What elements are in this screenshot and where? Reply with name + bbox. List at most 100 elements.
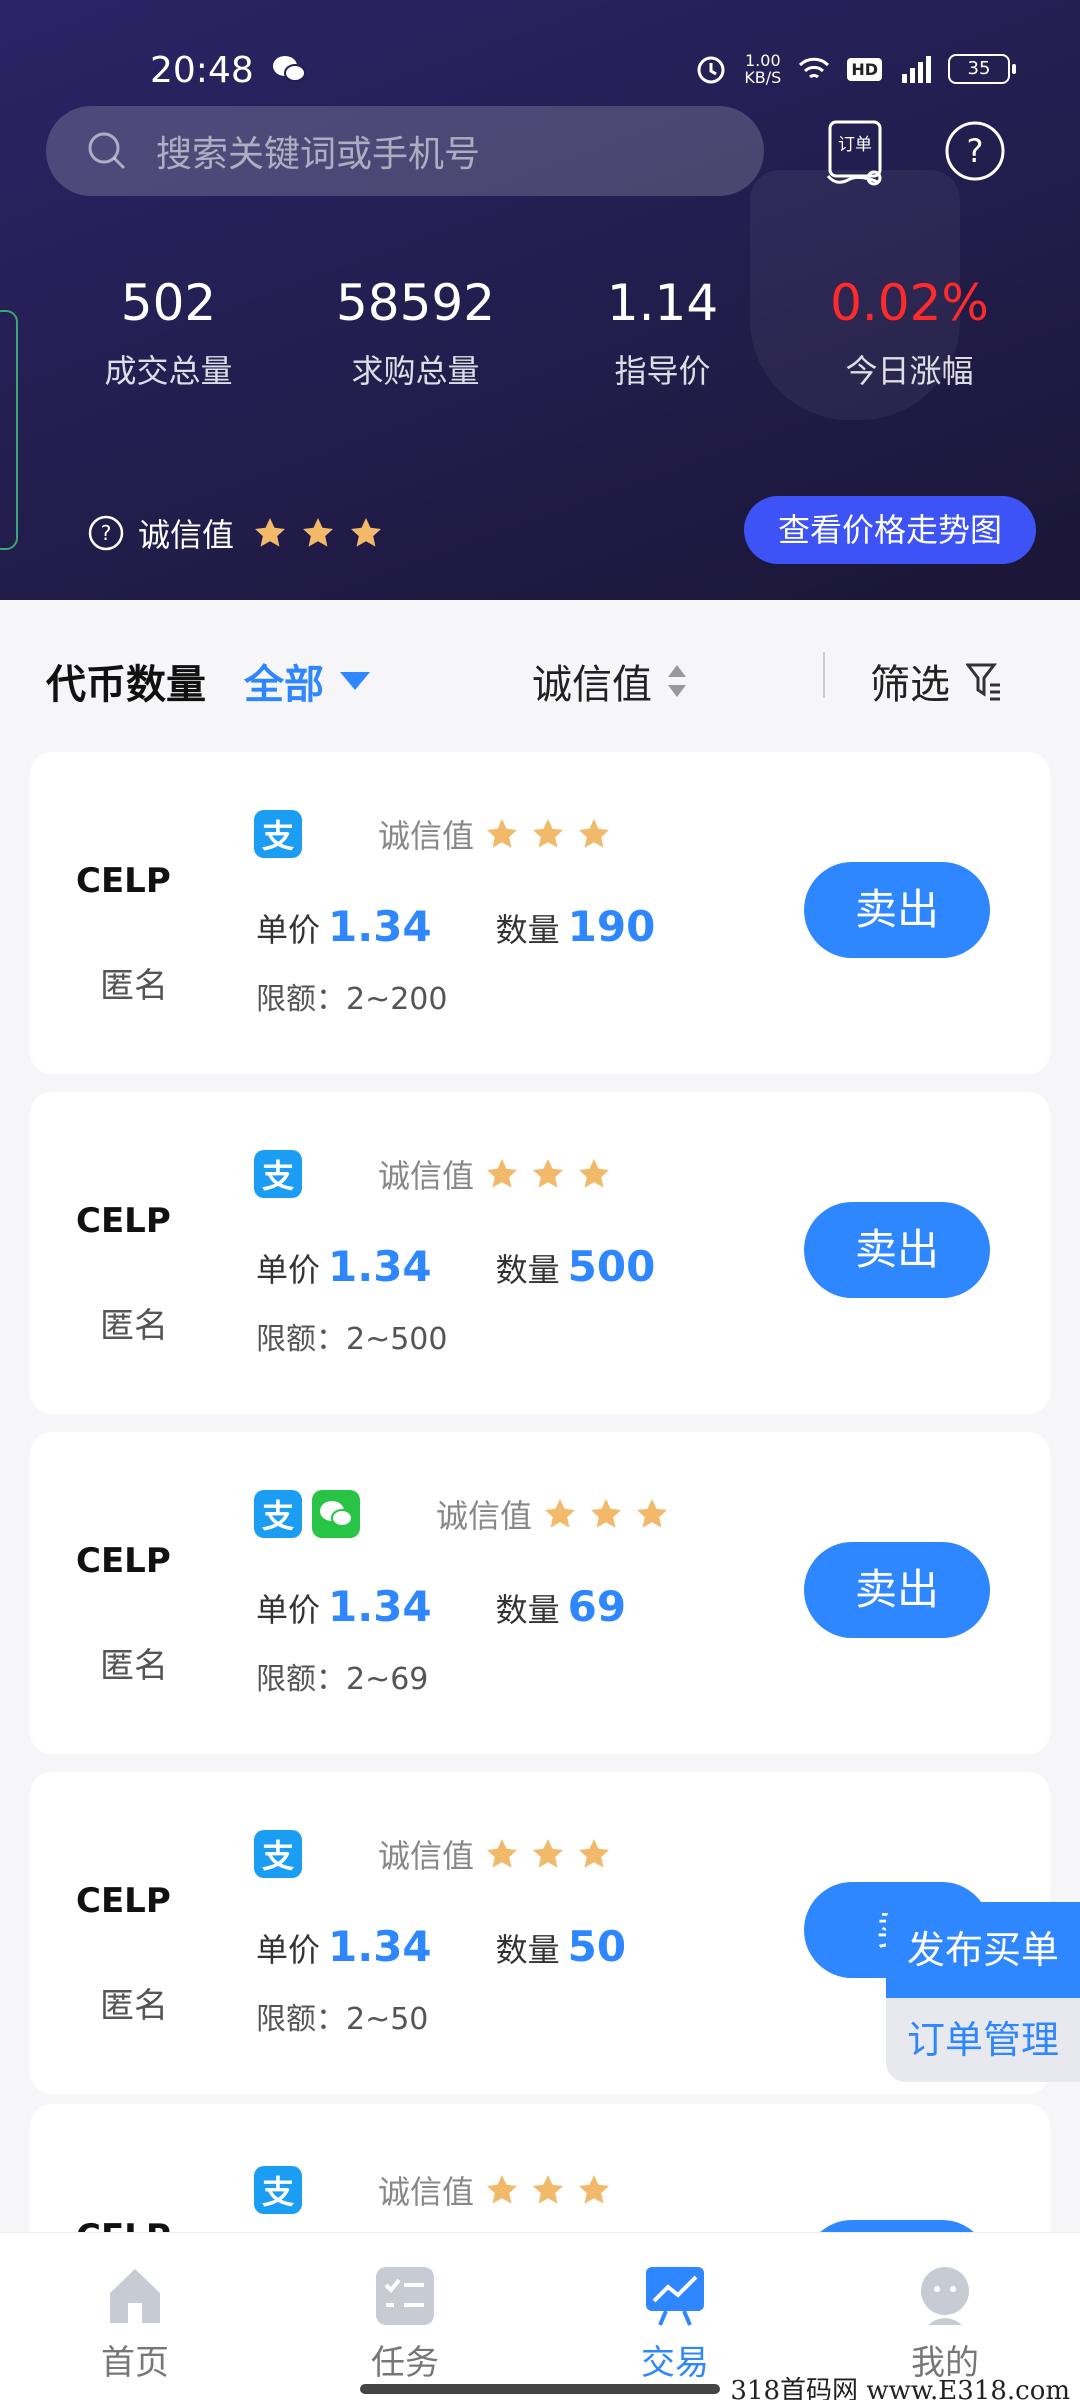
stat-value: 58592 bbox=[335, 274, 496, 332]
svg-text:?: ? bbox=[101, 521, 112, 545]
qty-label: 数量 bbox=[495, 1251, 560, 1289]
net-speed: 1.00 KB/S bbox=[744, 52, 781, 86]
listing-card: CELP 匿名 支 诚信值 单价 1.34 数量 500 限额：2~500 卖出 bbox=[30, 1092, 1050, 1414]
wifi-icon bbox=[799, 57, 830, 79]
status-icons: 1.00 KB/S HD 35 bbox=[694, 52, 1016, 86]
amount-filter-dropdown[interactable]: 全部 bbox=[244, 652, 370, 710]
seller-name: 匿名 bbox=[100, 1306, 168, 1346]
payment-methods: 支 诚信值 bbox=[254, 1830, 612, 1878]
home-indicator[interactable] bbox=[360, 2384, 720, 2394]
qty-value: 500 bbox=[567, 1242, 656, 1291]
celp-logo-icon: CELP bbox=[76, 861, 171, 900]
star-icon bbox=[533, 819, 564, 848]
qty-value: 50 bbox=[567, 1922, 627, 1971]
hd-badge: HD bbox=[847, 57, 882, 81]
stat-total-deals: 502 成交总量 bbox=[45, 272, 292, 392]
listing-credit: 诚信值 bbox=[378, 1831, 612, 1877]
net-speed-unit: KB/S bbox=[744, 68, 782, 87]
listing-credit-label: 诚信值 bbox=[378, 1157, 475, 1195]
svg-text:?: ? bbox=[967, 132, 984, 170]
alipay-icon: 支 bbox=[254, 1490, 302, 1538]
qty-value: 190 bbox=[567, 902, 656, 951]
search-placeholder: 搜索关键词或手机号 bbox=[156, 134, 481, 175]
help-icon[interactable]: ? bbox=[944, 120, 1006, 182]
price-label: 单价 bbox=[256, 1251, 321, 1289]
nav-item-tasks[interactable]: 任务 bbox=[270, 2233, 540, 2400]
order-icon-label: 订单 bbox=[838, 135, 872, 155]
wechat-notification-icon bbox=[273, 56, 306, 82]
credit-sort-button[interactable]: 诚信值 bbox=[532, 652, 688, 710]
funnel-icon bbox=[966, 663, 1000, 701]
seller-name: 匿名 bbox=[100, 1986, 168, 2026]
logo-text: CELP bbox=[76, 1541, 171, 1580]
star-icon bbox=[303, 518, 334, 547]
listing-card: CELP 匿名 支 诚信值 单价 1.34 数量 69 限额：2~69 卖出 bbox=[30, 1432, 1050, 1754]
logo-text: CELP bbox=[76, 1201, 171, 1240]
sort-icon bbox=[668, 665, 686, 697]
alipay-icon: 支 bbox=[254, 810, 302, 858]
nav-item-home[interactable]: 首页 bbox=[0, 2233, 270, 2400]
listing-credit-label: 诚信值 bbox=[436, 1497, 533, 1535]
seller-name: 匿名 bbox=[100, 1646, 168, 1686]
price-value: 1.34 bbox=[328, 1582, 432, 1631]
star-icon bbox=[579, 2175, 610, 2204]
star-icon bbox=[591, 1499, 622, 1528]
star-icon bbox=[579, 1159, 610, 1188]
limit-text: 限额：2~69 bbox=[256, 1662, 429, 1697]
market-stats: 502 成交总量 58592 求购总量 1.14 指导价 0.02% 今日涨幅 bbox=[0, 272, 1080, 392]
price-label: 单价 bbox=[256, 1591, 321, 1629]
stat-value: 1.14 bbox=[606, 274, 719, 332]
payment-methods: 支 诚信值 bbox=[254, 1150, 612, 1198]
listing-credit: 诚信值 bbox=[378, 811, 612, 857]
filter-all-label: 全部 bbox=[244, 662, 324, 708]
listing-credit: 诚信值 bbox=[378, 2167, 612, 2213]
logo-text: CELP bbox=[76, 861, 171, 900]
payment-methods: 支 诚信值 bbox=[254, 810, 612, 858]
wechat-icon bbox=[320, 1501, 353, 1527]
star-icon bbox=[255, 518, 286, 547]
seller-name: 匿名 bbox=[100, 966, 168, 1006]
price-label: 单价 bbox=[256, 911, 321, 949]
net-speed-value: 1.00 bbox=[745, 51, 781, 70]
sell-button[interactable]: 卖出 bbox=[804, 1202, 990, 1298]
qty-value: 69 bbox=[567, 1582, 627, 1631]
site-watermark: 318首码网 www.E318.com bbox=[730, 2376, 1070, 2400]
search-input[interactable]: 搜索关键词或手机号 bbox=[46, 106, 764, 196]
question-circle-icon[interactable]: ? bbox=[88, 515, 124, 551]
credit-label: 诚信值 bbox=[138, 516, 235, 554]
qty-label: 数量 bbox=[495, 911, 560, 949]
stat-label: 今日涨幅 bbox=[845, 352, 974, 390]
star-icon bbox=[351, 518, 382, 547]
alipay-icon: 支 bbox=[254, 1150, 302, 1198]
sell-button[interactable]: 卖出 bbox=[804, 862, 990, 958]
market-header: 20:48 1.00 KB/S HD 35 搜索关键词或手机号 订单 ? 502… bbox=[0, 0, 1080, 600]
alipay-icon: 支 bbox=[254, 2166, 302, 2214]
star-icon bbox=[579, 819, 610, 848]
search-icon bbox=[88, 132, 126, 170]
sell-button[interactable]: 卖出 bbox=[804, 1542, 990, 1638]
price-trend-button[interactable]: 查看价格走势图 bbox=[744, 496, 1036, 564]
screen-filter-button[interactable]: 筛选 bbox=[870, 652, 1002, 710]
listing-credit-label: 诚信值 bbox=[378, 817, 475, 855]
publish-buy-order-button[interactable]: 发布买单 bbox=[886, 1902, 1080, 1998]
limit-text: 限额：2~50 bbox=[256, 2002, 429, 2037]
stat-label: 成交总量 bbox=[104, 352, 233, 390]
price-value: 1.34 bbox=[328, 902, 432, 951]
profile-icon bbox=[921, 2267, 969, 2325]
stat-label: 指导价 bbox=[614, 352, 711, 390]
star-icon bbox=[637, 1499, 668, 1528]
order-management-button[interactable]: 订单管理 bbox=[886, 1998, 1080, 2082]
filter-bar: 代币数量 全部 诚信值 筛选 bbox=[0, 600, 1080, 754]
stat-daily-change: 0.02% 今日涨幅 bbox=[786, 272, 1033, 392]
star-icon bbox=[579, 1839, 610, 1868]
order-icon[interactable]: 订单 bbox=[824, 118, 888, 190]
price-row: 单价 1.34 数量 50 bbox=[256, 1922, 626, 1971]
stat-total-bids: 58592 求购总量 bbox=[292, 272, 539, 392]
home-icon bbox=[110, 2269, 160, 2323]
filter-divider bbox=[823, 652, 825, 698]
stat-label: 求购总量 bbox=[351, 352, 480, 390]
task-icon bbox=[376, 2267, 434, 2325]
screen-filter-label: 筛选 bbox=[870, 662, 950, 708]
stat-value: 502 bbox=[120, 274, 217, 332]
payment-methods: 支 诚信值 bbox=[254, 2166, 612, 2214]
